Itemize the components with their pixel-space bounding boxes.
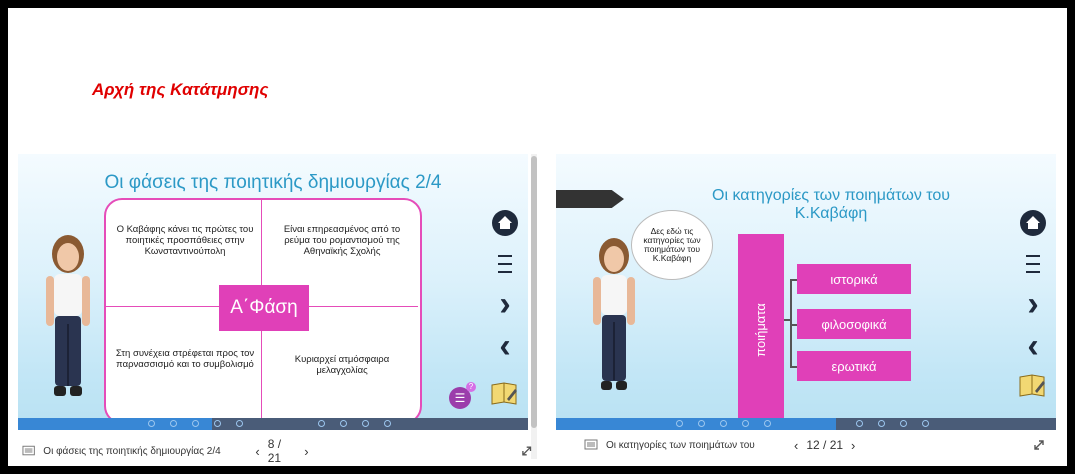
home-icon bbox=[492, 210, 518, 236]
progress-dot[interactable] bbox=[170, 420, 177, 427]
slide-label: Οι κατηγορίες των ποιημάτων του bbox=[606, 439, 755, 451]
book-icon bbox=[491, 382, 517, 405]
progress-dot[interactable] bbox=[720, 420, 727, 427]
menu-button[interactable] bbox=[1018, 252, 1048, 276]
progress-dot[interactable] bbox=[148, 420, 155, 427]
page-heading: Αρχή της Κατάτμησης bbox=[92, 80, 269, 99]
phase-label: Α΄Φάση bbox=[219, 285, 309, 331]
connector bbox=[790, 279, 792, 367]
slide-label: Οι φάσεις της ποιητικής δημιουργίας 2/4 bbox=[43, 445, 221, 457]
phase-diagram: Ο Καβάφης κάνει τις πρώτες του ποιητικές… bbox=[104, 198, 422, 424]
category-erotic: ερωτικά bbox=[797, 351, 911, 381]
progress-dot[interactable] bbox=[676, 420, 683, 427]
dark-tab bbox=[556, 190, 624, 208]
slide-right: Οι κατηγορίες των ποιημάτων του Κ.Καβάφη… bbox=[556, 154, 1056, 430]
scroll-thumb[interactable] bbox=[531, 156, 537, 428]
home-button[interactable] bbox=[1018, 208, 1048, 238]
next-page-button[interactable]: › bbox=[304, 444, 308, 459]
viewer-frame: Αρχή της Κατάτμησης Οι φάσεις της ποιητι… bbox=[8, 8, 1067, 466]
progress-fill bbox=[18, 418, 212, 430]
menu-icon bbox=[1026, 255, 1040, 273]
expand-icon[interactable] bbox=[521, 445, 532, 457]
progress-dot[interactable] bbox=[856, 420, 863, 427]
progress-dot[interactable] bbox=[384, 420, 391, 427]
list-icon: ☰ bbox=[454, 391, 466, 405]
quadrant-bottom-right: Κυριαρχεί ατμόσφαιρα μελαγχολίας bbox=[294, 354, 390, 376]
next-page-button[interactable]: › bbox=[851, 438, 855, 453]
expand-icon[interactable] bbox=[1033, 439, 1045, 451]
progress-dot[interactable] bbox=[764, 420, 771, 427]
book-button[interactable] bbox=[1016, 370, 1048, 402]
menu-button[interactable] bbox=[490, 252, 520, 276]
next-button[interactable]: › bbox=[1018, 286, 1048, 322]
progress-dot[interactable] bbox=[214, 420, 221, 427]
page-indicator: 8 / 21 bbox=[267, 437, 282, 465]
quadrant-bottom-left: Στη συνέχεια στρέφεται προς τον παρνασσι… bbox=[115, 348, 255, 370]
avatar bbox=[46, 235, 90, 396]
prev-icon: ‹ bbox=[499, 327, 511, 365]
slide-icon bbox=[22, 445, 35, 456]
category-philosophical: φιλοσοφικά bbox=[797, 309, 911, 339]
progress-dot[interactable] bbox=[900, 420, 907, 427]
progress-bar[interactable] bbox=[556, 418, 1056, 430]
status-bar: Οι φάσεις της ποιητικής δημιουργίας 2/4 … bbox=[22, 437, 532, 465]
next-button[interactable]: › bbox=[490, 286, 520, 322]
progress-dot[interactable] bbox=[362, 420, 369, 427]
progress-dot[interactable] bbox=[742, 420, 749, 427]
quadrant-top-right: Είναι επηρεασμένος από το ρεύμα του ρομα… bbox=[283, 224, 401, 257]
poems-box: ποιήματα bbox=[738, 234, 784, 426]
book-icon bbox=[1019, 374, 1045, 397]
prev-page-button[interactable]: ‹ bbox=[255, 444, 259, 459]
next-icon: › bbox=[1027, 285, 1039, 323]
progress-dot[interactable] bbox=[236, 420, 243, 427]
status-bar: Οι κατηγορίες των ποιημάτων του ‹ 12 / 2… bbox=[584, 434, 1064, 456]
progress-dot[interactable] bbox=[340, 420, 347, 427]
progress-dot[interactable] bbox=[878, 420, 885, 427]
progress-dot[interactable] bbox=[318, 420, 325, 427]
prev-icon: ‹ bbox=[1027, 327, 1039, 365]
quadrant-top-left: Ο Καβάφης κάνει τις πρώτες του ποιητικές… bbox=[116, 224, 254, 257]
slide-title: Οι φάσεις της ποιητικής δημιουργίας 2/4 bbox=[104, 172, 442, 193]
home-button[interactable] bbox=[490, 208, 520, 238]
scrollbar[interactable] bbox=[531, 154, 537, 459]
progress-bar[interactable] bbox=[18, 418, 528, 430]
speech-bubble: Δες εδώ τις κατηγορίες των ποιημάτων του… bbox=[631, 210, 713, 280]
category-historical: ιστορικά bbox=[797, 264, 911, 294]
book-button[interactable] bbox=[488, 378, 520, 410]
next-icon: › bbox=[499, 285, 511, 323]
prev-page-button[interactable]: ‹ bbox=[794, 438, 798, 453]
menu-icon bbox=[498, 255, 512, 273]
help-icon[interactable]: ? bbox=[466, 382, 476, 392]
progress-dot[interactable] bbox=[698, 420, 705, 427]
slide-left: Οι φάσεις της ποιητικής δημιουργίας 2/4 … bbox=[18, 154, 528, 430]
prev-button[interactable]: ‹ bbox=[490, 328, 520, 364]
home-icon bbox=[1020, 210, 1046, 236]
poems-label: ποιήματα bbox=[753, 303, 768, 357]
slide-icon bbox=[584, 439, 598, 450]
page-indicator: 12 / 21 bbox=[806, 438, 844, 452]
slide-title: Οι κατηγορίες των ποιημάτων του Κ.Καβάφη bbox=[712, 187, 950, 222]
progress-dot[interactable] bbox=[192, 420, 199, 427]
progress-dot[interactable] bbox=[922, 420, 929, 427]
prev-button[interactable]: ‹ bbox=[1018, 328, 1048, 364]
progress-fill bbox=[556, 418, 836, 430]
